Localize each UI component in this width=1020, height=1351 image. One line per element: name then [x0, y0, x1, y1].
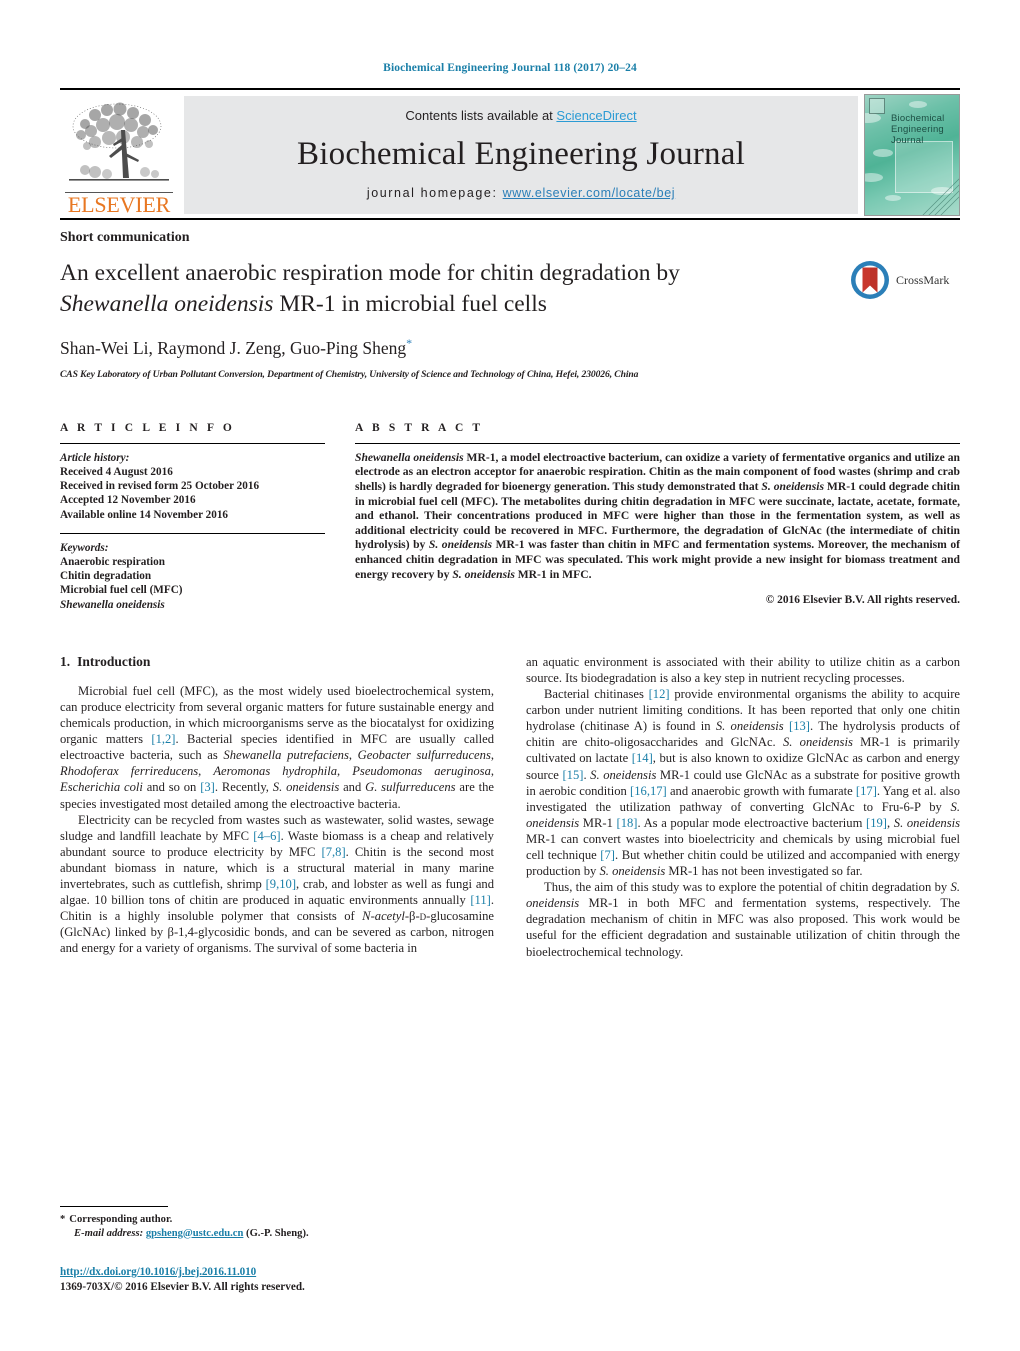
article-type-label: Short communication [60, 230, 190, 245]
issn-copyright-line: 1369-703X/© 2016 Elsevier B.V. All right… [60, 1281, 305, 1293]
keywords-block: Keywords: Anaerobic respiration Chitin d… [60, 541, 325, 612]
journal-title: Biochemical Engineering Journal [297, 136, 745, 172]
cover-title: Biochemical Engineering Journal [891, 113, 945, 146]
history-item: Received 4 August 2016 [60, 466, 173, 479]
elsevier-tree-icon [65, 100, 173, 192]
corresponding-author-marker: * [406, 336, 413, 350]
page-title: An excellent anaerobic respiration mode … [60, 258, 760, 320]
abstract-lead-species: Shewanella oneidensis [355, 450, 464, 464]
doi-link[interactable]: http://dx.doi.org/10.1016/j.bej.2016.11.… [60, 1266, 256, 1278]
sciencedirect-link[interactable]: ScienceDirect [556, 108, 636, 123]
corresponding-author-note: * Corresponding author. E-mail address: g… [60, 1213, 480, 1240]
crossmark-badge[interactable]: CrossMark [850, 260, 960, 300]
abstract-text: Shewanella oneidensis MR-1, a model elec… [355, 451, 960, 582]
email-suffix: (G.-P. Sheng). [243, 1227, 309, 1239]
doi-block: http://dx.doi.org/10.1016/j.bej.2016.11.… [60, 1262, 480, 1293]
author-names: Shan-Wei Li, Raymond J. Zeng, Guo-Ping S… [60, 337, 407, 358]
history-item: Accepted 12 November 2016 [60, 494, 196, 507]
masthead-center-band: Contents lists available at ScienceDirec… [184, 96, 858, 214]
history-item: Available online 14 November 2016 [60, 508, 229, 521]
abstract-rule [355, 442, 960, 444]
abstract-column: A B S T R A C T Shewanella oneidensis MR… [355, 422, 960, 612]
crossmark-icon [851, 261, 889, 299]
title-line-1: An excellent anaerobic respiration mode … [60, 260, 680, 286]
crossmark-label: CrossMark [896, 272, 950, 287]
journal-article-page: Biochemical Engineering Journal 118 (201… [0, 0, 1020, 1351]
body-left-column: 1. Introduction Microbial fuel cell (MFC)… [60, 654, 494, 960]
keywords-rule [60, 532, 325, 534]
paragraph: Electricity can be recycled from wastes … [60, 812, 495, 956]
keyword-item: Microbial fuel cell (MFC) [60, 584, 183, 597]
affiliation: CAS Key Laboratory of Urban Pollutant Co… [60, 368, 639, 380]
keyword-item: Chitin degradation [60, 570, 152, 583]
keyword-item: Anaerobic respiration [60, 556, 165, 569]
title-line-2-tail: MR-1 in microbial fuel cells [273, 291, 547, 317]
keyword-item: Shewanella oneidensis [60, 598, 165, 611]
cover-elsevier-mark [869, 98, 885, 114]
info-abstract-section: A R T I C L E I N F O Article history: R… [60, 422, 960, 612]
article-header: An excellent anaerobic respiration mode … [60, 254, 960, 380]
article-history-block: Article history: Received 4 August 2016 … [60, 451, 325, 522]
running-head: Biochemical Engineering Journal 118 (201… [383, 62, 637, 74]
page-footer: * Corresponding author. E-mail address: g… [60, 1206, 480, 1293]
section-heading-introduction: 1. Introduction [60, 654, 494, 670]
email-label: E-mail address: [74, 1227, 144, 1239]
abstract-heading: A B S T R A C T [355, 421, 484, 434]
journal-cover-thumbnail[interactable]: Biochemical Engineering Journal [864, 94, 960, 216]
author-list: Shan-Wei Li, Raymond J. Zeng, Guo-Ping S… [60, 336, 850, 359]
keywords-label: Keywords: [60, 541, 109, 554]
copyright-line: © 2016 Elsevier B.V. All rights reserved… [765, 594, 960, 607]
elsevier-logo: ELSEVIER [60, 92, 178, 218]
journal-homepage-link[interactable]: www.elsevier.com/locate/bej [503, 186, 676, 200]
paragraph: Thus, the aim of this study was to explo… [526, 880, 960, 959]
elsevier-wordmark: ELSEVIER [65, 192, 173, 216]
paragraph: an aquatic environment is associated wit… [526, 654, 960, 685]
article-info-rule [60, 442, 325, 444]
section-title-text: Introduction [77, 653, 151, 669]
corresponding-author-label: Corresponding author. [69, 1214, 173, 1226]
footnote-star: * [60, 1214, 66, 1226]
article-info-heading: A R T I C L E I N F O [60, 421, 235, 434]
masthead-bottom-rule [60, 218, 960, 220]
contents-prefix: Contents lists available at [405, 108, 557, 123]
cover-corner-decoration [922, 178, 959, 215]
email-link[interactable]: gpsheng@ustc.edu.cn [146, 1228, 244, 1239]
journal-masthead: ELSEVIER Contents lists available at Sci… [60, 88, 960, 218]
article-history-label: Article history: [60, 451, 130, 464]
journal-homepage-line: journal homepage: www.elsevier.com/locat… [367, 186, 675, 200]
body-right-column: an aquatic environment is associated wit… [526, 654, 960, 960]
body-two-column: 1. Introduction Microbial fuel cell (MFC)… [60, 654, 960, 960]
article-info-column: A R T I C L E I N F O Article history: R… [60, 422, 325, 612]
abstract-body-text: MR-1, a model electroactive bacterium, c… [355, 450, 960, 581]
title-species-name: Shewanella oneidensis [60, 291, 274, 317]
contents-line: Contents lists available at ScienceDirec… [405, 108, 636, 123]
homepage-label: journal homepage: [366, 186, 498, 200]
footnote-rule [60, 1206, 168, 1208]
paragraph: Bacterial chitinases [12] provide enviro… [526, 687, 961, 879]
history-item: Received in revised form 25 October 2016 [60, 480, 260, 493]
paragraph: Microbial fuel cell (MFC), as the most w… [60, 683, 495, 811]
section-number: 1. [60, 653, 71, 669]
